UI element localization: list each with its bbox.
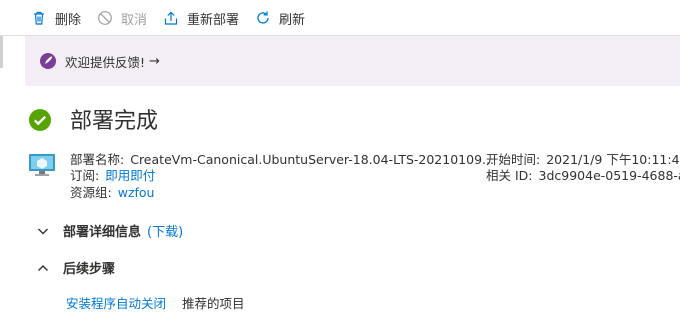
resource-group-key: 资源组: [70,185,112,200]
upload-icon [162,9,180,27]
deployment-details-toggle[interactable]: 部署详细信息 (下载) [36,221,183,240]
blade-edge [0,36,3,68]
cancel-label: 取消 [121,12,148,28]
chevron-up-icon [36,261,50,275]
redeploy-button[interactable]: 重新部署 [162,4,239,32]
refresh-label: 刷新 [279,12,306,28]
refresh-icon [254,9,272,27]
resource-group-row: 资源组: wzfou [70,182,154,201]
next-steps-toggle[interactable]: 后续步骤 [36,258,115,277]
deployment-status-title: 部署完成 [70,109,159,134]
correlation-id-key: 相关 ID: [486,168,533,183]
cancel-icon [96,9,114,27]
deployment-name-value: CreateVm-Canonical.UbuntuServer-18.04-LT… [130,152,494,167]
correlation-id-value: 3dc9904e-0519-4688-a9 [538,168,680,183]
recommended-label: 推荐的项目 [182,296,245,311]
resource-group-link[interactable]: wzfou [118,185,155,200]
subscription-link[interactable]: 即用即付 [105,168,155,183]
next-steps-title: 后续步骤 [63,262,116,277]
delete-label: 删除 [55,12,82,28]
virtual-machine-icon [28,152,56,178]
chevron-down-icon [36,224,50,238]
correlation-id-row: 相关 ID: 3dc9904e-0519-4688-a9 [486,165,680,184]
redeploy-label: 重新部署 [187,12,240,28]
trash-icon [30,9,48,27]
auto-shutdown-link[interactable]: 安装程序自动关闭 [66,293,166,312]
feedback-label: 欢迎提供反馈! [65,54,146,70]
cancel-button[interactable]: 取消 [96,4,147,32]
arrow-right-icon: → [149,53,160,69]
success-check-icon [28,108,52,132]
command-bar: 删除 取消 重新部署 刷新 [0,0,680,36]
refresh-button[interactable]: 刷新 [254,4,305,32]
delete-button[interactable]: 删除 [30,4,81,32]
download-link[interactable]: (下载) [147,221,183,240]
subscription-key: 订阅: [70,168,100,183]
deployment-details-title: 部署详细信息 [63,225,142,240]
feedback-banner[interactable]: 欢迎提供反馈! → [25,36,680,86]
rocket-icon [39,52,57,70]
